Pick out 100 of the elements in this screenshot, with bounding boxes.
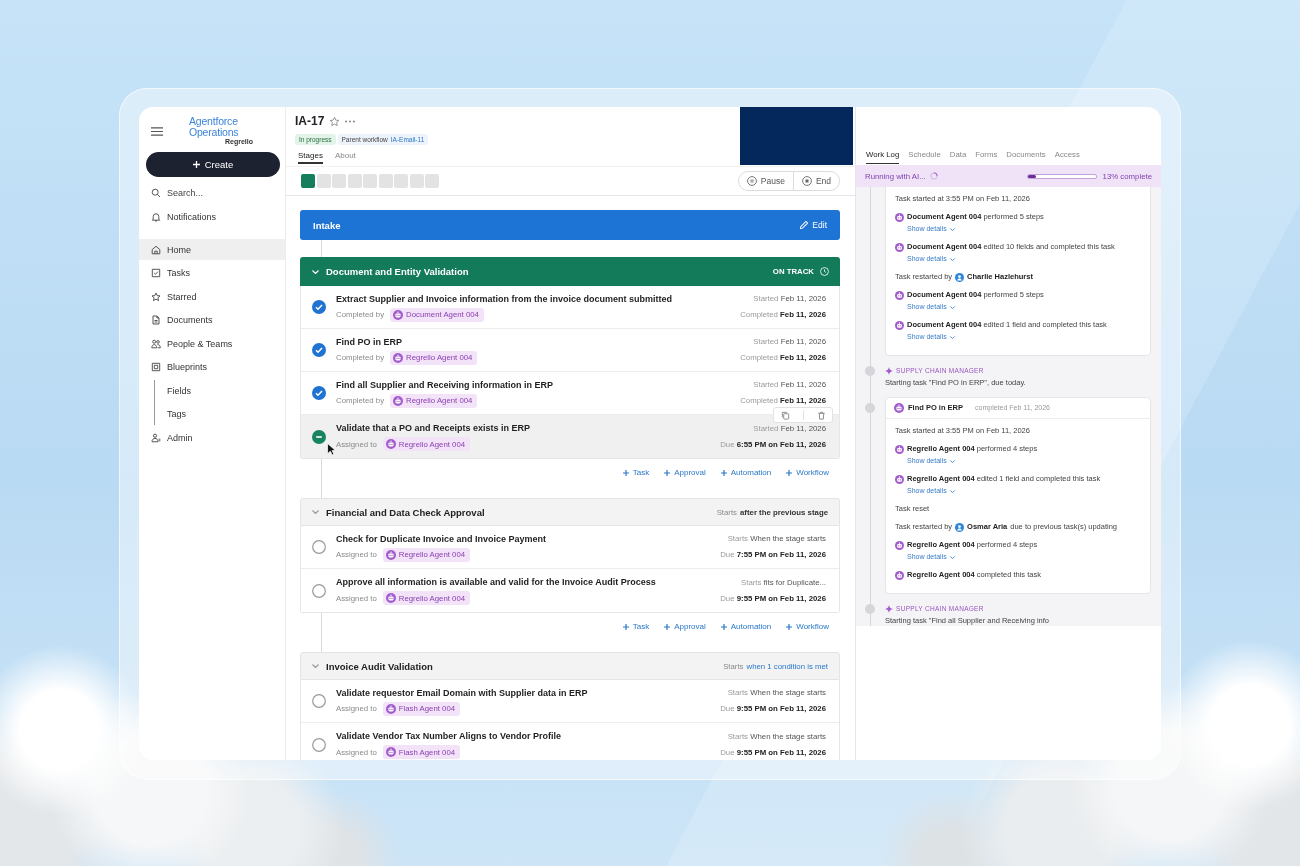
chevron-down-icon[interactable]	[312, 510, 319, 514]
task-title: Check for Duplicate Invoice and Invoice Payment	[336, 532, 548, 545]
avatar-icon	[955, 522, 965, 532]
document-icon	[151, 315, 161, 325]
nav-item[interactable]: Blueprints	[139, 356, 285, 378]
robot-icon	[393, 395, 404, 406]
robot-icon	[895, 474, 904, 484]
plus-icon	[192, 161, 200, 168]
nav-item[interactable]: Tags	[155, 403, 285, 425]
sparkle-icon	[885, 605, 893, 613]
bell-icon	[151, 211, 161, 222]
add-link[interactable]: Approval	[664, 467, 706, 479]
plus-icon	[622, 624, 629, 630]
robot-icon	[895, 242, 904, 252]
record-title: IA-17	[295, 114, 325, 128]
robot-icon	[895, 212, 904, 222]
stage-title: Invoice Audit Validation	[326, 660, 433, 672]
task-title: Validate requestor Email Domain with Supplier data in ERP	[336, 686, 589, 699]
chevron-down-icon	[949, 555, 955, 559]
plus-icon	[622, 470, 629, 476]
chevron-down-icon	[949, 335, 955, 339]
add-link[interactable]: Automation	[720, 467, 772, 479]
stop-icon	[801, 176, 812, 186]
robot-icon	[895, 444, 904, 454]
add-link[interactable]: Task	[622, 621, 650, 633]
robot-icon	[393, 309, 404, 320]
add-link[interactable]: Approval	[664, 621, 706, 633]
task-title: Extract Supplier and Invoice information from the invoice document submitted	[336, 292, 674, 305]
robot-icon	[385, 703, 396, 714]
tab[interactable]: Stages	[298, 151, 323, 164]
nav-item[interactable]: Starred	[139, 286, 285, 307]
robot-icon	[895, 290, 904, 300]
robot-icon	[385, 593, 396, 603]
checked-circle-icon[interactable]	[312, 343, 326, 357]
trash-icon[interactable]	[816, 410, 826, 420]
pause-button[interactable]: Pause	[738, 172, 793, 190]
checked-circle-icon[interactable]	[312, 300, 326, 314]
plus-icon	[664, 470, 671, 476]
chevron-down-icon	[949, 459, 955, 463]
chevron-down-icon[interactable]	[312, 664, 319, 668]
empty-circle-icon[interactable]	[312, 540, 326, 554]
robot-icon	[393, 352, 404, 363]
tab[interactable]: About	[334, 151, 356, 164]
add-link[interactable]: Automation	[720, 621, 772, 633]
stage-header[interactable]: Intake Edit	[300, 210, 840, 240]
nav-item[interactable]: Admin	[139, 427, 285, 448]
search-icon	[151, 187, 161, 198]
nav-item[interactable]: Home	[139, 239, 285, 260]
home-icon	[151, 244, 161, 255]
chevron-down-icon	[949, 227, 955, 231]
star-icon[interactable]	[330, 116, 340, 126]
avatar-icon	[955, 272, 965, 282]
robot-icon	[894, 403, 904, 413]
chevron-down-icon	[949, 489, 955, 493]
create-button[interactable]: Create	[146, 152, 280, 177]
dash-circle-icon[interactable]	[312, 429, 326, 444]
add-link[interactable]: Task	[622, 467, 650, 479]
clock-icon	[820, 267, 829, 276]
task-title: Find all Supplier and Receiving information in ERP	[336, 378, 555, 391]
task-title: Find PO in ERP	[336, 335, 403, 348]
nav-item[interactable]: Documents	[139, 309, 285, 331]
pause-icon	[746, 176, 757, 186]
end-button[interactable]: End	[792, 172, 839, 190]
plus-icon	[786, 470, 793, 476]
stage-title: Intake	[313, 219, 341, 231]
add-link[interactable]: Workflow	[786, 467, 829, 479]
empty-circle-icon[interactable]	[312, 737, 326, 752]
star-icon	[151, 291, 161, 302]
nav-item[interactable]: People & Teams	[139, 333, 285, 354]
menu-icon[interactable]	[151, 126, 163, 136]
robot-icon	[895, 320, 904, 330]
pencil-icon	[800, 221, 809, 229]
empty-circle-icon[interactable]	[312, 583, 326, 598]
plus-icon	[786, 624, 793, 630]
robot-icon	[895, 570, 904, 580]
nav-item[interactable]: Fields	[155, 380, 285, 401]
stage-step[interactable]	[301, 174, 315, 188]
task-title: Approve all information is available and valid for the Invoice Audit Process	[336, 576, 657, 588]
empty-circle-icon[interactable]	[312, 694, 326, 708]
logo-text: Agentforce Operations	[189, 116, 240, 137]
people-icon	[151, 338, 161, 349]
sparkle-icon	[885, 367, 893, 375]
task-title: Validate Vendor Tax Number Aligns to Vendor Profile	[336, 730, 563, 742]
plus-icon	[664, 624, 671, 630]
plus-icon	[720, 624, 727, 630]
add-link[interactable]: Workflow	[786, 621, 829, 633]
copy-icon[interactable]	[780, 410, 790, 420]
nav-item[interactable]: Tasks	[139, 262, 285, 284]
plus-icon	[720, 470, 727, 476]
nav-item[interactable]: Notifications	[139, 206, 285, 227]
more-icon[interactable]	[345, 119, 356, 123]
checked-circle-icon[interactable]	[312, 386, 326, 400]
checkbox-icon	[151, 268, 161, 278]
stage-title: Document and Entity Validation	[326, 266, 469, 277]
task-title: Validate that a PO and Receipts exists in ERP	[336, 422, 532, 434]
robot-icon	[895, 540, 904, 550]
robot-icon	[385, 549, 396, 560]
spinner-icon	[929, 172, 938, 180]
edit-button[interactable]: Edit	[800, 220, 827, 230]
search-field[interactable]: Search...	[167, 185, 277, 200]
